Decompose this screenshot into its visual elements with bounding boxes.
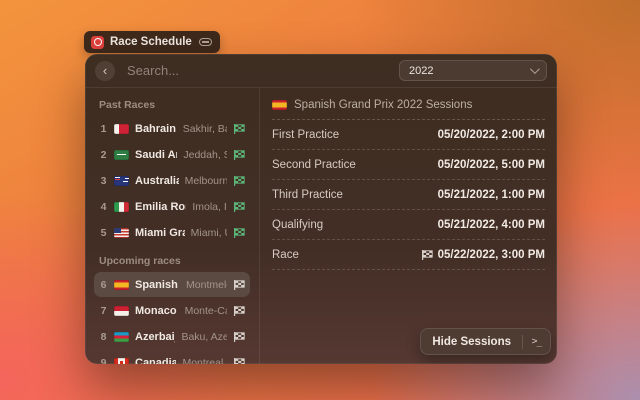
race-number: 4 [99,201,108,213]
race-location: Miami, USA [191,227,227,239]
race-name: Miami Grand... [135,227,185,239]
sessions-panel: Spanish Grand Prix 2022 Sessions First P… [260,88,557,364]
actions-pill: Hide Sessions >_ [420,328,551,355]
race-row-spain-selected[interactable]: 6 Spanish G... Montmeló,... [94,272,250,297]
race-name: Azerbaija... [135,331,175,343]
checkered-flag-icon [233,357,245,365]
race-row-bahrain[interactable]: 1 Bahrain G... Sakhir, Bahr... [94,116,250,141]
race-row-monaco[interactable]: 7 Monaco G... Monte-Carl... [94,298,250,323]
race-number: 9 [99,357,108,365]
year-dropdown-value: 2022 [409,65,433,77]
session-row-first-practice[interactable]: First Practice 05/20/2022, 2:00 PM [272,120,545,150]
checkered-flag-icon [233,201,245,213]
search-input[interactable] [125,62,389,79]
race-location: Jeddah, Sa... [183,149,227,161]
year-dropdown[interactable]: 2022 [399,60,547,81]
back-button[interactable]: ‹ [95,61,115,81]
checkered-flag-icon [233,227,245,239]
raycast-window: ‹ 2022 Past Races 1 Bahrain G... Sakhir,… [85,54,557,364]
race-location: Montmeló,... [186,279,227,291]
search-bar: ‹ 2022 [85,54,557,88]
bahrain-flag-icon [114,124,129,134]
saudi-arabia-flag-icon [114,150,129,160]
chevron-down-icon [530,64,540,74]
race-row-miami[interactable]: 5 Miami Grand... Miami, USA [94,220,250,245]
race-number: 2 [99,149,108,161]
session-datetime: 05/21/2022, 4:00 PM [438,219,545,231]
checkered-flag-icon [233,305,245,317]
usa-flag-icon [114,228,129,238]
session-row-qualifying[interactable]: Qualifying 05/21/2022, 4:00 PM [272,210,545,240]
race-name: Emilia Roma... [135,201,186,213]
sessions-header: Spanish Grand Prix 2022 Sessions [272,90,545,120]
session-row-race[interactable]: Race 05/22/2022, 3:00 PM [272,240,545,270]
race-row-saudi[interactable]: 2 Saudi Ara... Jeddah, Sa... [94,142,250,167]
race-number: 6 [99,279,108,291]
upcoming-races-header: Upcoming races [99,255,250,267]
race-row-azerbaijan[interactable]: 8 Azerbaija... Baku, Azerb... [94,324,250,349]
race-number: 8 [99,331,108,343]
hide-sessions-button[interactable]: Hide Sessions [421,336,522,348]
terminal-prompt-icon[interactable]: >_ [523,336,550,347]
race-row-emilia-romagna[interactable]: 4 Emilia Roma... Imola, Italy [94,194,250,219]
session-row-second-practice[interactable]: Second Practice 05/20/2022, 5:00 PM [272,150,545,180]
race-location: Monte-Carl... [185,305,227,317]
race-number: 1 [99,123,108,135]
race-name: Saudi Ara... [135,149,177,161]
checkered-flag-icon [233,279,245,291]
australia-flag-icon [114,176,129,186]
pin-icon[interactable] [198,37,213,47]
session-row-third-practice[interactable]: Third Practice 05/21/2022, 1:00 PM [272,180,545,210]
race-location: Melbourne,... [185,175,227,187]
race-name: Canadian... [135,357,176,365]
sessions-header-title: Spanish Grand Prix 2022 Sessions [294,99,472,111]
session-label: Race [272,249,299,261]
race-location: Sakhir, Bahr... [183,123,227,135]
spain-flag-icon [114,280,129,290]
session-label: Third Practice [272,189,343,201]
session-label: Second Practice [272,159,356,171]
race-list-panel: Past Races 1 Bahrain G... Sakhir, Bahr..… [85,88,260,364]
extension-app-icon [91,36,104,49]
session-datetime: 05/22/2022, 3:00 PM [438,249,545,261]
session-label: First Practice [272,129,339,141]
monaco-flag-icon [114,306,129,316]
race-location: Montreal, C... [182,357,227,365]
checkered-flag-icon [233,149,245,161]
extension-tab: Race Schedule [84,31,220,53]
race-row-canada[interactable]: 9 Canadian... Montreal, C... [94,350,250,364]
past-races-header: Past Races [99,99,250,111]
race-name: Australian... [135,175,179,187]
session-datetime: 05/21/2022, 1:00 PM [438,189,545,201]
checkered-flag-icon [233,123,245,135]
session-datetime: 05/20/2022, 5:00 PM [438,159,545,171]
session-datetime: 05/20/2022, 2:00 PM [438,129,545,141]
race-name: Bahrain G... [135,123,177,135]
extension-title: Race Schedule [110,36,192,48]
spain-flag-icon [272,100,287,110]
race-number: 3 [99,175,108,187]
race-number: 5 [99,227,108,239]
italy-flag-icon [114,202,129,212]
checkered-flag-icon [421,249,433,261]
race-row-australia[interactable]: 3 Australian... Melbourne,... [94,168,250,193]
checkered-flag-icon [233,175,245,187]
race-number: 7 [99,305,108,317]
window-content: Past Races 1 Bahrain G... Sakhir, Bahr..… [85,88,557,364]
checkered-flag-icon [233,331,245,343]
azerbaijan-flag-icon [114,332,129,342]
canada-flag-icon [114,358,129,365]
desktop-wallpaper: Race Schedule ‹ 2022 Past Races 1 Bahrai… [0,0,640,400]
race-name: Spanish G... [135,279,180,291]
race-location: Imola, Italy [192,201,227,213]
session-label: Qualifying [272,219,323,231]
race-name: Monaco G... [135,305,179,317]
race-location: Baku, Azerb... [181,331,227,343]
